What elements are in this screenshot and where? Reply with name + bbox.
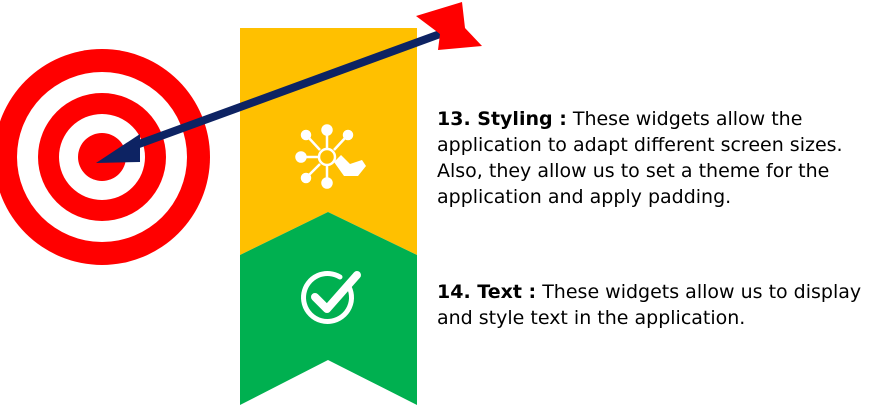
target-icon: [0, 49, 210, 265]
item-text-title: 14. Text :: [437, 281, 537, 303]
item-text: 14. Text : These widgets allow us to dis…: [437, 279, 877, 331]
item-styling: 13. Styling : These widgets allow the ap…: [437, 106, 877, 210]
item-styling-title: 13. Styling :: [437, 108, 567, 130]
ribbon-banner: [240, 28, 417, 405]
